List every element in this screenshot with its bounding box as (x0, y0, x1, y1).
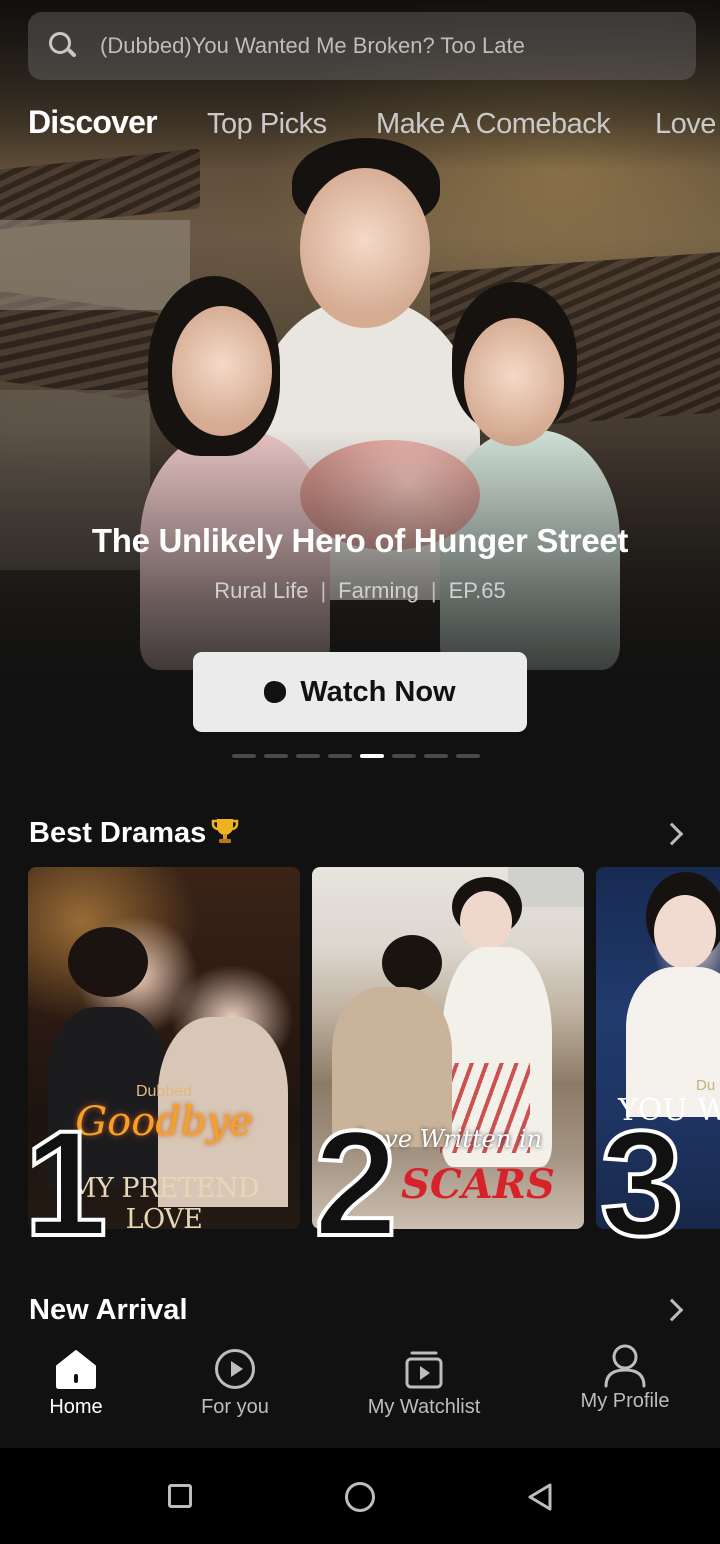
carousel-indicator (232, 754, 480, 758)
category-tabs: Discover Top Picks Make A Comeback Love (0, 104, 720, 152)
trophy-icon (210, 816, 240, 846)
carousel-dot[interactable] (264, 754, 288, 758)
tab-top-picks[interactable]: Top Picks (207, 108, 327, 141)
hero-tag: Farming (338, 578, 419, 603)
hero-figure-center-face (300, 168, 430, 328)
hero-title[interactable]: The Unlikely Hero of Hunger Street (0, 522, 720, 560)
recent-apps-square-icon[interactable] (168, 1484, 192, 1508)
carousel-dot[interactable] (360, 754, 384, 758)
best-dramas-header: Best Dramas (29, 816, 240, 850)
hero-episode: EP.65 (448, 578, 506, 603)
play-circle-icon (214, 1348, 256, 1390)
nav-my-watchlist-label: My Watchlist (367, 1396, 481, 1418)
poster-title: SCARS (401, 1161, 555, 1208)
best-dramas-title: Best Dramas (29, 817, 207, 849)
nav-my-watchlist[interactable]: My Watchlist (362, 1346, 486, 1419)
carousel-dot[interactable] (328, 754, 352, 758)
tab-love[interactable]: Love (655, 108, 716, 141)
hero-wall (0, 220, 190, 310)
search-placeholder: (Dubbed)You Wanted Me Broken? Too Late (100, 33, 525, 58)
carousel-dot[interactable] (392, 754, 416, 758)
nav-home[interactable]: Home (40, 1346, 112, 1419)
hero-figure-left-face (172, 306, 272, 436)
carousel-dot[interactable] (456, 754, 480, 758)
home-icon (54, 1348, 98, 1390)
new-arrival-more-chevron-icon[interactable] (660, 1298, 684, 1322)
nav-for-you-label: For you (201, 1396, 269, 1418)
best-dramas-more-chevron-icon[interactable] (660, 822, 684, 846)
hero-tags: Rural Life | Farming | EP.65 (214, 578, 506, 603)
hero-figure-right-face (464, 318, 564, 446)
carousel-dot[interactable] (232, 754, 256, 758)
poster-badge: Du (696, 1077, 716, 1094)
carousel-dot[interactable] (424, 754, 448, 758)
tab-make-a-comeback[interactable]: Make A Comeback (376, 108, 611, 141)
watchlist-icon (403, 1348, 445, 1390)
system-navigation-bar (0, 1448, 720, 1544)
nav-for-you[interactable]: For you (190, 1346, 280, 1419)
tab-discover[interactable]: Discover (28, 104, 158, 141)
watch-now-label: Watch Now (300, 675, 456, 708)
new-arrival-title: New Arrival (29, 1294, 188, 1326)
rank-number-1: 1 (22, 1099, 109, 1267)
bottom-navigation: Home For you My Watchlist My Profile (0, 1336, 720, 1448)
watch-now-button[interactable]: Watch Now (193, 652, 527, 732)
nav-my-profile-label: My Profile (580, 1390, 670, 1412)
home-circle-icon[interactable] (345, 1482, 375, 1512)
back-triangle-icon[interactable] (524, 1481, 556, 1513)
rank-number-2: 2 (312, 1099, 399, 1267)
play-icon (264, 681, 287, 703)
nav-my-profile[interactable]: My Profile (574, 1342, 676, 1413)
profile-icon (602, 1342, 648, 1388)
search-icon (48, 31, 78, 61)
carousel-dot[interactable] (296, 754, 320, 758)
nav-home-label: Home (49, 1396, 103, 1418)
search-bar[interactable]: (Dubbed)You Wanted Me Broken? Too Late (28, 12, 696, 80)
hero-tag: Rural Life (214, 578, 309, 603)
rank-number-3: 3 (598, 1099, 685, 1267)
